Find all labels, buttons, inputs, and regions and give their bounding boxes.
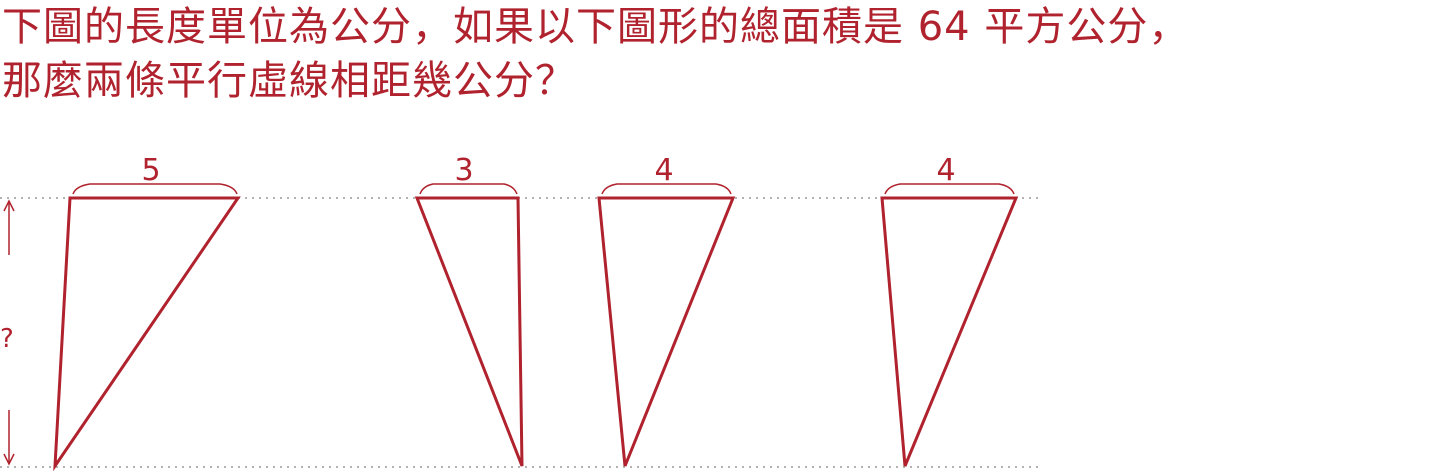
triangle-4 [880, 196, 1019, 467]
triangle-figure: ? 5 3 4 4 [0, 153, 1040, 471]
triangle-2 [414, 196, 524, 467]
length-label-3: 4 [654, 153, 673, 188]
length-label-2: 3 [454, 153, 473, 188]
length-label-4: 4 [936, 153, 955, 188]
triangle-3 [597, 196, 736, 467]
height-label: ? [0, 324, 14, 354]
length-label-1: 5 [141, 153, 160, 188]
triangle-1 [53, 196, 241, 471]
